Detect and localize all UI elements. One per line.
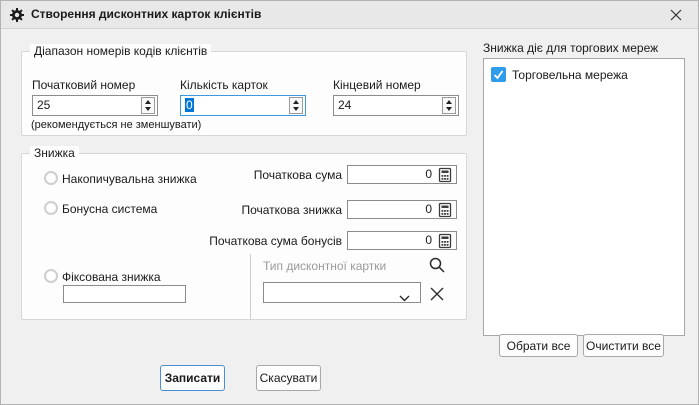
end-number-spinner[interactable]: 24 (333, 95, 459, 116)
spin-down-icon[interactable] (293, 107, 299, 111)
spin-up-icon[interactable] (293, 100, 299, 104)
range-group: Діапазон номерів кодів клієнтів Початков… (21, 44, 467, 136)
initial-bonus-sum-label: Початкова сума бонусів (209, 234, 342, 248)
initial-sum-field[interactable]: 0 (347, 165, 457, 184)
initial-bonus-sum-value: 0 (425, 233, 432, 247)
networks-listbox[interactable]: Торговельна мережа (483, 58, 685, 336)
end-number-value: 24 (338, 98, 352, 112)
initial-bonus-sum-field[interactable]: 0 (347, 231, 457, 250)
radio-accumulative-discount[interactable] (44, 171, 58, 185)
spin-down-icon[interactable] (145, 107, 151, 111)
initial-discount-value: 0 (425, 202, 432, 216)
calculator-icon[interactable] (437, 202, 453, 218)
end-number-label: Кінцевий номер (333, 78, 421, 92)
checked-checkbox-icon[interactable] (491, 67, 506, 82)
initial-discount-label: Початкова знижка (241, 203, 342, 217)
dialog-window: Створення дисконтних карток клієнтів Діа… (0, 0, 699, 405)
titlebar: Створення дисконтних карток клієнтів (1, 1, 698, 29)
start-number-spinner[interactable]: 25 (32, 95, 158, 116)
radio-bonus-system[interactable] (44, 201, 58, 215)
cancel-button[interactable]: Скасувати (256, 365, 321, 391)
fixed-discount-input[interactable] (63, 285, 186, 303)
network-item-label: Торговельна мережа (512, 68, 628, 82)
spin-up-icon[interactable] (145, 100, 151, 104)
save-button[interactable]: Записати (160, 365, 225, 391)
networks-panel-title: Знижка діє для торгових мереж (483, 41, 659, 55)
initial-sum-label: Початкова сума (253, 168, 342, 182)
range-group-legend: Діапазон номерів кодів клієнтів (30, 44, 212, 58)
initial-sum-value: 0 (425, 167, 432, 181)
card-type-label: Тип дисконтної картки (263, 259, 387, 273)
discount-group-legend: Знижка (30, 146, 79, 160)
spinner-arrows[interactable] (442, 97, 456, 114)
spinner-arrows[interactable] (289, 97, 303, 114)
card-count-label: Кількість карток (180, 78, 268, 92)
start-number-note: (рекомендується не зменшувати) (31, 119, 202, 131)
card-type-combobox[interactable] (263, 282, 421, 303)
clear-x-icon[interactable] (428, 285, 446, 303)
clear-all-button[interactable]: Очистити все (583, 334, 664, 357)
chevron-down-icon[interactable] (399, 291, 410, 305)
card-count-spinner[interactable]: 0 (180, 95, 306, 116)
spinner-arrows[interactable] (141, 97, 155, 114)
search-icon[interactable] (428, 256, 446, 274)
calculator-icon[interactable] (437, 233, 453, 249)
spin-down-icon[interactable] (446, 107, 452, 111)
card-count-value: 0 (185, 98, 194, 112)
close-button[interactable] (668, 7, 684, 23)
select-all-button[interactable]: Обрати все (499, 334, 578, 357)
discount-group: Знижка Накопичувальна знижка Бонусна сис… (21, 146, 467, 320)
calculator-icon[interactable] (437, 167, 453, 183)
start-number-label: Початковий номер (32, 78, 136, 92)
start-number-value: 25 (37, 98, 51, 112)
radio-fixed-discount[interactable] (44, 269, 58, 283)
list-item[interactable]: Торговельна мережа (491, 66, 681, 84)
window-title: Створення дисконтних карток клієнтів (31, 7, 262, 21)
spin-up-icon[interactable] (446, 100, 452, 104)
gear-icon (9, 7, 25, 23)
section-divider (250, 254, 251, 320)
radio-fixed-discount-label: Фіксована знижка (62, 270, 161, 284)
initial-discount-field[interactable]: 0 (347, 200, 457, 219)
